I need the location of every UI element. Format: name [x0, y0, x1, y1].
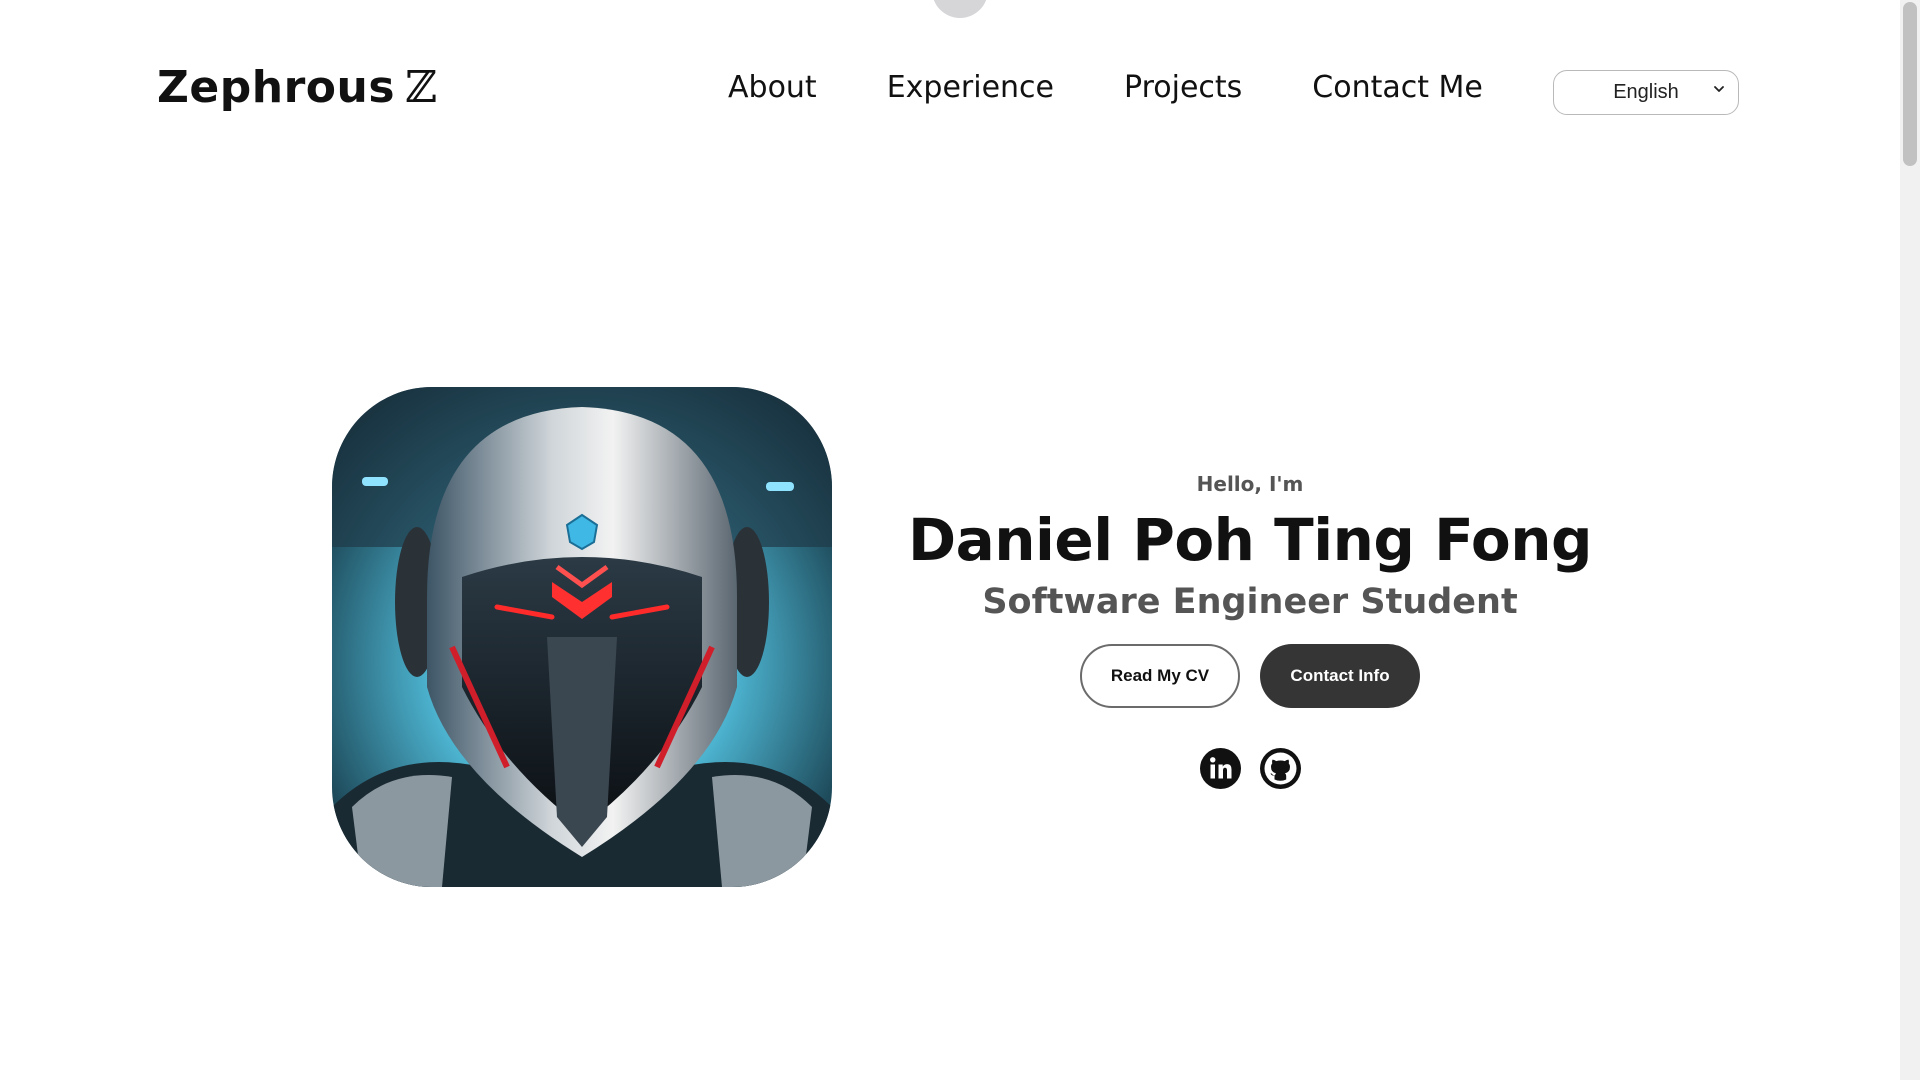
hero-section: Hello, I'm Daniel Poh Ting Fong Software…	[900, 465, 1600, 789]
page: Zephrous ℤ About Experience Projects Con…	[0, 0, 1920, 1080]
chevron-down-icon	[1714, 86, 1724, 92]
nav-item-contact-me[interactable]: Contact Me	[1312, 70, 1483, 105]
github-icon[interactable]	[1259, 748, 1301, 789]
brand-logo[interactable]: Zephrous ℤ	[157, 62, 438, 113]
robot-helmet-avatar-icon	[332, 387, 832, 887]
hero-title: Software Engineer Student	[982, 582, 1518, 622]
top-indicator-dot[interactable]	[932, 0, 988, 18]
social-links	[900, 748, 1600, 789]
scrollbar-thumb[interactable]	[1903, 2, 1917, 166]
greeting-text: Hello, I'm	[1196, 472, 1304, 496]
language-select[interactable]: English	[1553, 70, 1739, 115]
contact-info-button[interactable]: Contact Info	[1260, 644, 1420, 708]
nav-item-experience[interactable]: Experience	[887, 70, 1054, 105]
language-select-value: English	[1613, 81, 1679, 103]
page-scrollbar[interactable]	[1900, 0, 1920, 1080]
brand-name: Zephrous	[157, 62, 396, 113]
linkedin-icon[interactable]	[1199, 748, 1241, 789]
hero-buttons: Read My CV Contact Info	[900, 644, 1600, 708]
profile-avatar	[332, 387, 832, 887]
main-nav: About Experience Projects Contact Me	[728, 70, 1483, 105]
nav-item-projects[interactable]: Projects	[1124, 70, 1242, 105]
brand-mark: ℤ	[405, 62, 438, 113]
hero-name: Daniel Poh Ting Fong	[907, 506, 1593, 574]
read-cv-button[interactable]: Read My CV	[1080, 644, 1240, 708]
nav-item-about[interactable]: About	[728, 70, 817, 105]
